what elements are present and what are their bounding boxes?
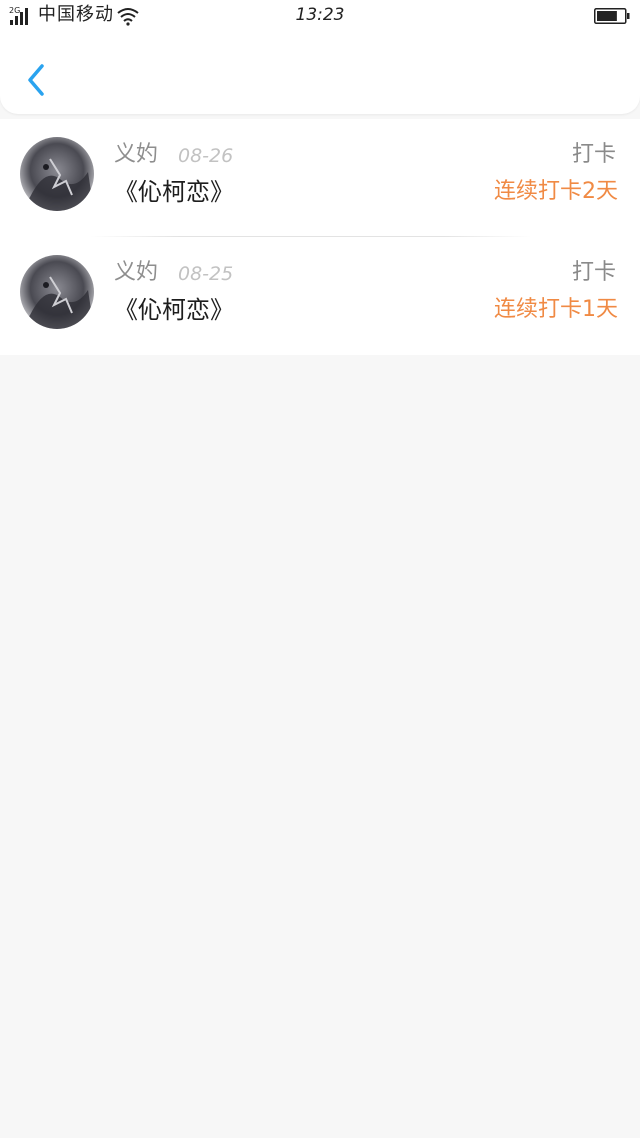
user-name: 义妁 — [114, 260, 159, 285]
battery-icon — [594, 8, 630, 24]
back-button[interactable] — [18, 58, 52, 102]
chevron-left-icon — [28, 64, 44, 96]
action-label: 打卡 — [571, 260, 616, 285]
screen: 2G 中国移动 13:23 义妁 08-26 《伈柯恋》 打卡 连续打卡2天 义… — [0, 0, 640, 1138]
avatar[interactable] — [20, 255, 94, 329]
list-item[interactable]: 义妁 08-25 《伈柯恋》 打卡 连续打卡1天 — [0, 237, 640, 355]
status-bar: 2G 中国移动 13:23 — [0, 0, 640, 32]
clock: 13:23 — [295, 5, 345, 25]
checkin-list: 义妁 08-26 《伈柯恋》 打卡 连续打卡2天 义妁 08-25 《伈柯恋》 … — [0, 119, 640, 355]
record-date: 08-25 — [178, 263, 234, 285]
record-date: 08-26 — [178, 145, 234, 167]
action-label: 打卡 — [571, 142, 616, 167]
streak-label: 连续打卡2天 — [494, 179, 618, 204]
avatar[interactable] — [20, 137, 94, 211]
top-bar: 2G 中国移动 13:23 — [0, 0, 640, 114]
user-name: 义妁 — [114, 142, 159, 167]
list-item[interactable]: 义妁 08-26 《伈柯恋》 打卡 连续打卡2天 — [0, 119, 640, 237]
book-title: 《伈柯恋》 — [114, 296, 234, 324]
book-title: 《伈柯恋》 — [114, 178, 234, 206]
streak-label: 连续打卡1天 — [494, 297, 618, 322]
